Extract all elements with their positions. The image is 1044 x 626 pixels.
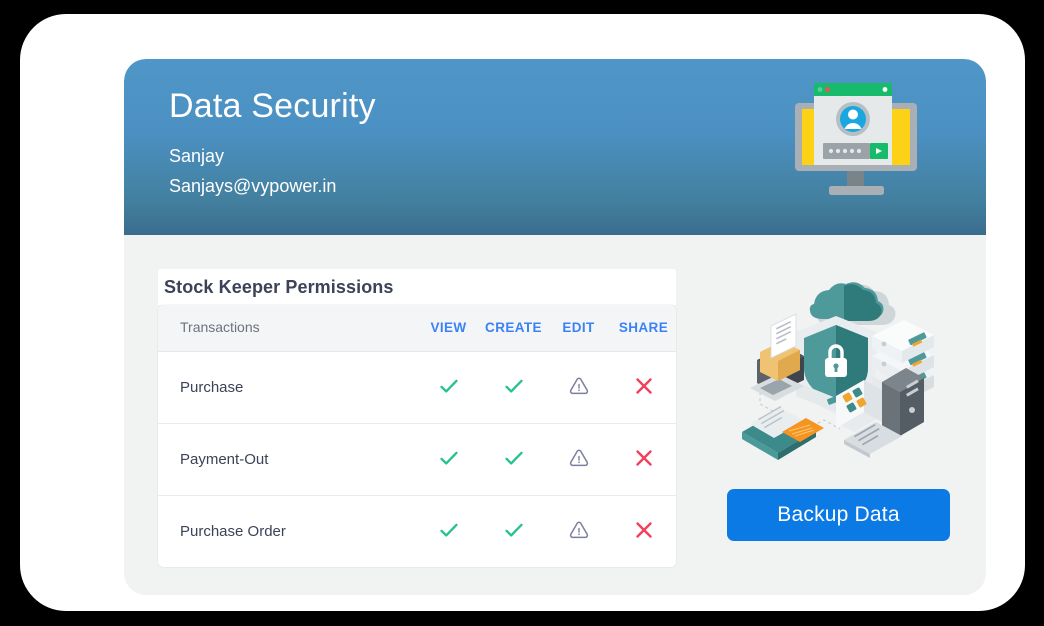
transaction-name-cell: Payment-Out bbox=[158, 451, 416, 469]
user-email: Sanjays@vypower.in bbox=[169, 176, 337, 196]
warning-triangle-icon[interactable] bbox=[565, 444, 593, 472]
column-header-transactions: Transactions bbox=[180, 319, 260, 335]
column-header-share[interactable]: SHARE bbox=[611, 319, 676, 337]
permission-cell-share[interactable] bbox=[611, 516, 676, 547]
cross-icon[interactable] bbox=[630, 444, 658, 472]
permissions-table: Transactions VIEW CREATE EDIT SHARE Purc… bbox=[158, 305, 676, 567]
permission-cell-share[interactable] bbox=[611, 372, 676, 403]
cross-icon[interactable] bbox=[630, 372, 658, 400]
data-security-isometric-illustration bbox=[724, 264, 949, 469]
column-header-edit[interactable]: EDIT bbox=[546, 319, 611, 337]
permissions-title-bar: Stock Keeper Permissions bbox=[158, 269, 676, 305]
transaction-name: Purchase Order bbox=[180, 522, 286, 540]
table-header-row: Transactions VIEW CREATE EDIT SHARE bbox=[158, 305, 676, 352]
page-title: Data Security bbox=[169, 87, 376, 125]
column-header-create[interactable]: CREATE bbox=[481, 319, 546, 337]
permissions-panel-title: Stock Keeper Permissions bbox=[164, 276, 394, 297]
device-card: Data Security Sanjay Sanjays@vypower.in bbox=[20, 14, 1025, 611]
check-icon[interactable] bbox=[435, 444, 463, 472]
permission-cell-create[interactable] bbox=[481, 372, 546, 403]
permissions-panel: Stock Keeper Permissions Transactions VI… bbox=[158, 269, 676, 567]
check-icon[interactable] bbox=[500, 444, 528, 472]
table-row: Payment-Out bbox=[158, 424, 676, 496]
permission-cell-view[interactable] bbox=[416, 372, 481, 403]
permission-cell-edit[interactable] bbox=[546, 444, 611, 475]
check-icon[interactable] bbox=[435, 516, 463, 544]
warning-triangle-icon[interactable] bbox=[565, 372, 593, 400]
transaction-name: Purchase bbox=[180, 378, 244, 396]
check-icon[interactable] bbox=[435, 372, 463, 400]
permission-cell-create[interactable] bbox=[481, 444, 546, 475]
transaction-name: Payment-Out bbox=[180, 450, 269, 468]
cross-icon[interactable] bbox=[630, 516, 658, 544]
permission-cell-edit[interactable] bbox=[546, 372, 611, 403]
transaction-name-cell: Purchase Order bbox=[158, 523, 416, 541]
check-icon[interactable] bbox=[500, 516, 528, 544]
table-row: Purchase Order bbox=[158, 496, 676, 567]
app-surface: Data Security Sanjay Sanjays@vypower.in bbox=[124, 59, 986, 595]
backup-data-button[interactable]: Backup Data bbox=[727, 489, 950, 541]
transaction-name-cell: Purchase bbox=[158, 379, 416, 397]
screenshot-stage: Data Security Sanjay Sanjays@vypower.in bbox=[0, 0, 1044, 626]
permission-cell-view[interactable] bbox=[416, 516, 481, 547]
permission-cell-view[interactable] bbox=[416, 444, 481, 475]
check-icon[interactable] bbox=[500, 372, 528, 400]
user-name: Sanjay bbox=[169, 146, 225, 166]
permission-cell-edit[interactable] bbox=[546, 516, 611, 547]
permission-cell-create[interactable] bbox=[481, 516, 546, 547]
app-header: Data Security Sanjay Sanjays@vypower.in bbox=[124, 59, 986, 235]
column-header-view[interactable]: VIEW bbox=[416, 319, 481, 337]
table-body: Purchase Payment-Out Purchase Order bbox=[158, 352, 676, 567]
permission-cell-share[interactable] bbox=[611, 444, 676, 475]
monitor-login-illustration bbox=[781, 69, 931, 209]
warning-triangle-icon[interactable] bbox=[565, 516, 593, 544]
table-row: Purchase bbox=[158, 352, 676, 424]
